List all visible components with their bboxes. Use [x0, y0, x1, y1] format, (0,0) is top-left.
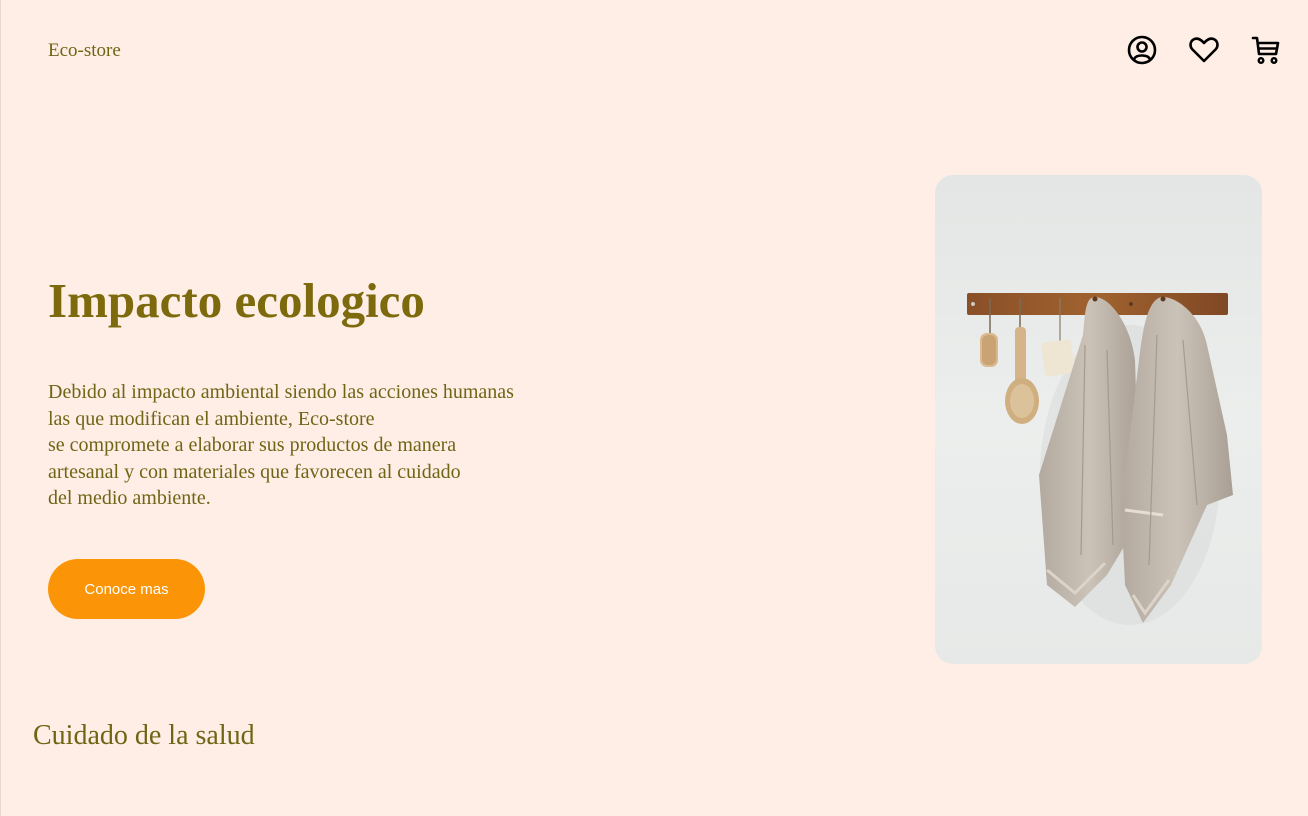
- hero-image: [935, 175, 1262, 664]
- section-title: Cuidado de la salud: [33, 720, 255, 751]
- page: Eco-store Impacto ecologico Debido al im…: [0, 0, 1308, 816]
- hero-title: Impacto ecologico: [48, 273, 425, 328]
- hero-description-line: Debido al impacto ambiental siendo las a…: [48, 381, 514, 403]
- header-icons: [1126, 34, 1282, 66]
- heart-icon[interactable]: [1188, 34, 1220, 66]
- conoce-mas-button[interactable]: Conoce mas: [48, 559, 205, 619]
- hero-description-line: del medio ambiente.: [48, 487, 211, 509]
- hero-description-line: se compromete a elaborar sus productos d…: [48, 434, 457, 456]
- hero-description-line: las que modifican el ambiente, Eco-store: [48, 407, 375, 430]
- user-icon[interactable]: [1126, 34, 1158, 66]
- cart-icon[interactable]: [1250, 34, 1282, 66]
- hero-description-line: artesanal y con materiales que favorecen…: [48, 460, 461, 483]
- hero-description: Debido al impacto ambiental siendo las a…: [48, 379, 608, 512]
- logo[interactable]: Eco-store: [48, 40, 121, 62]
